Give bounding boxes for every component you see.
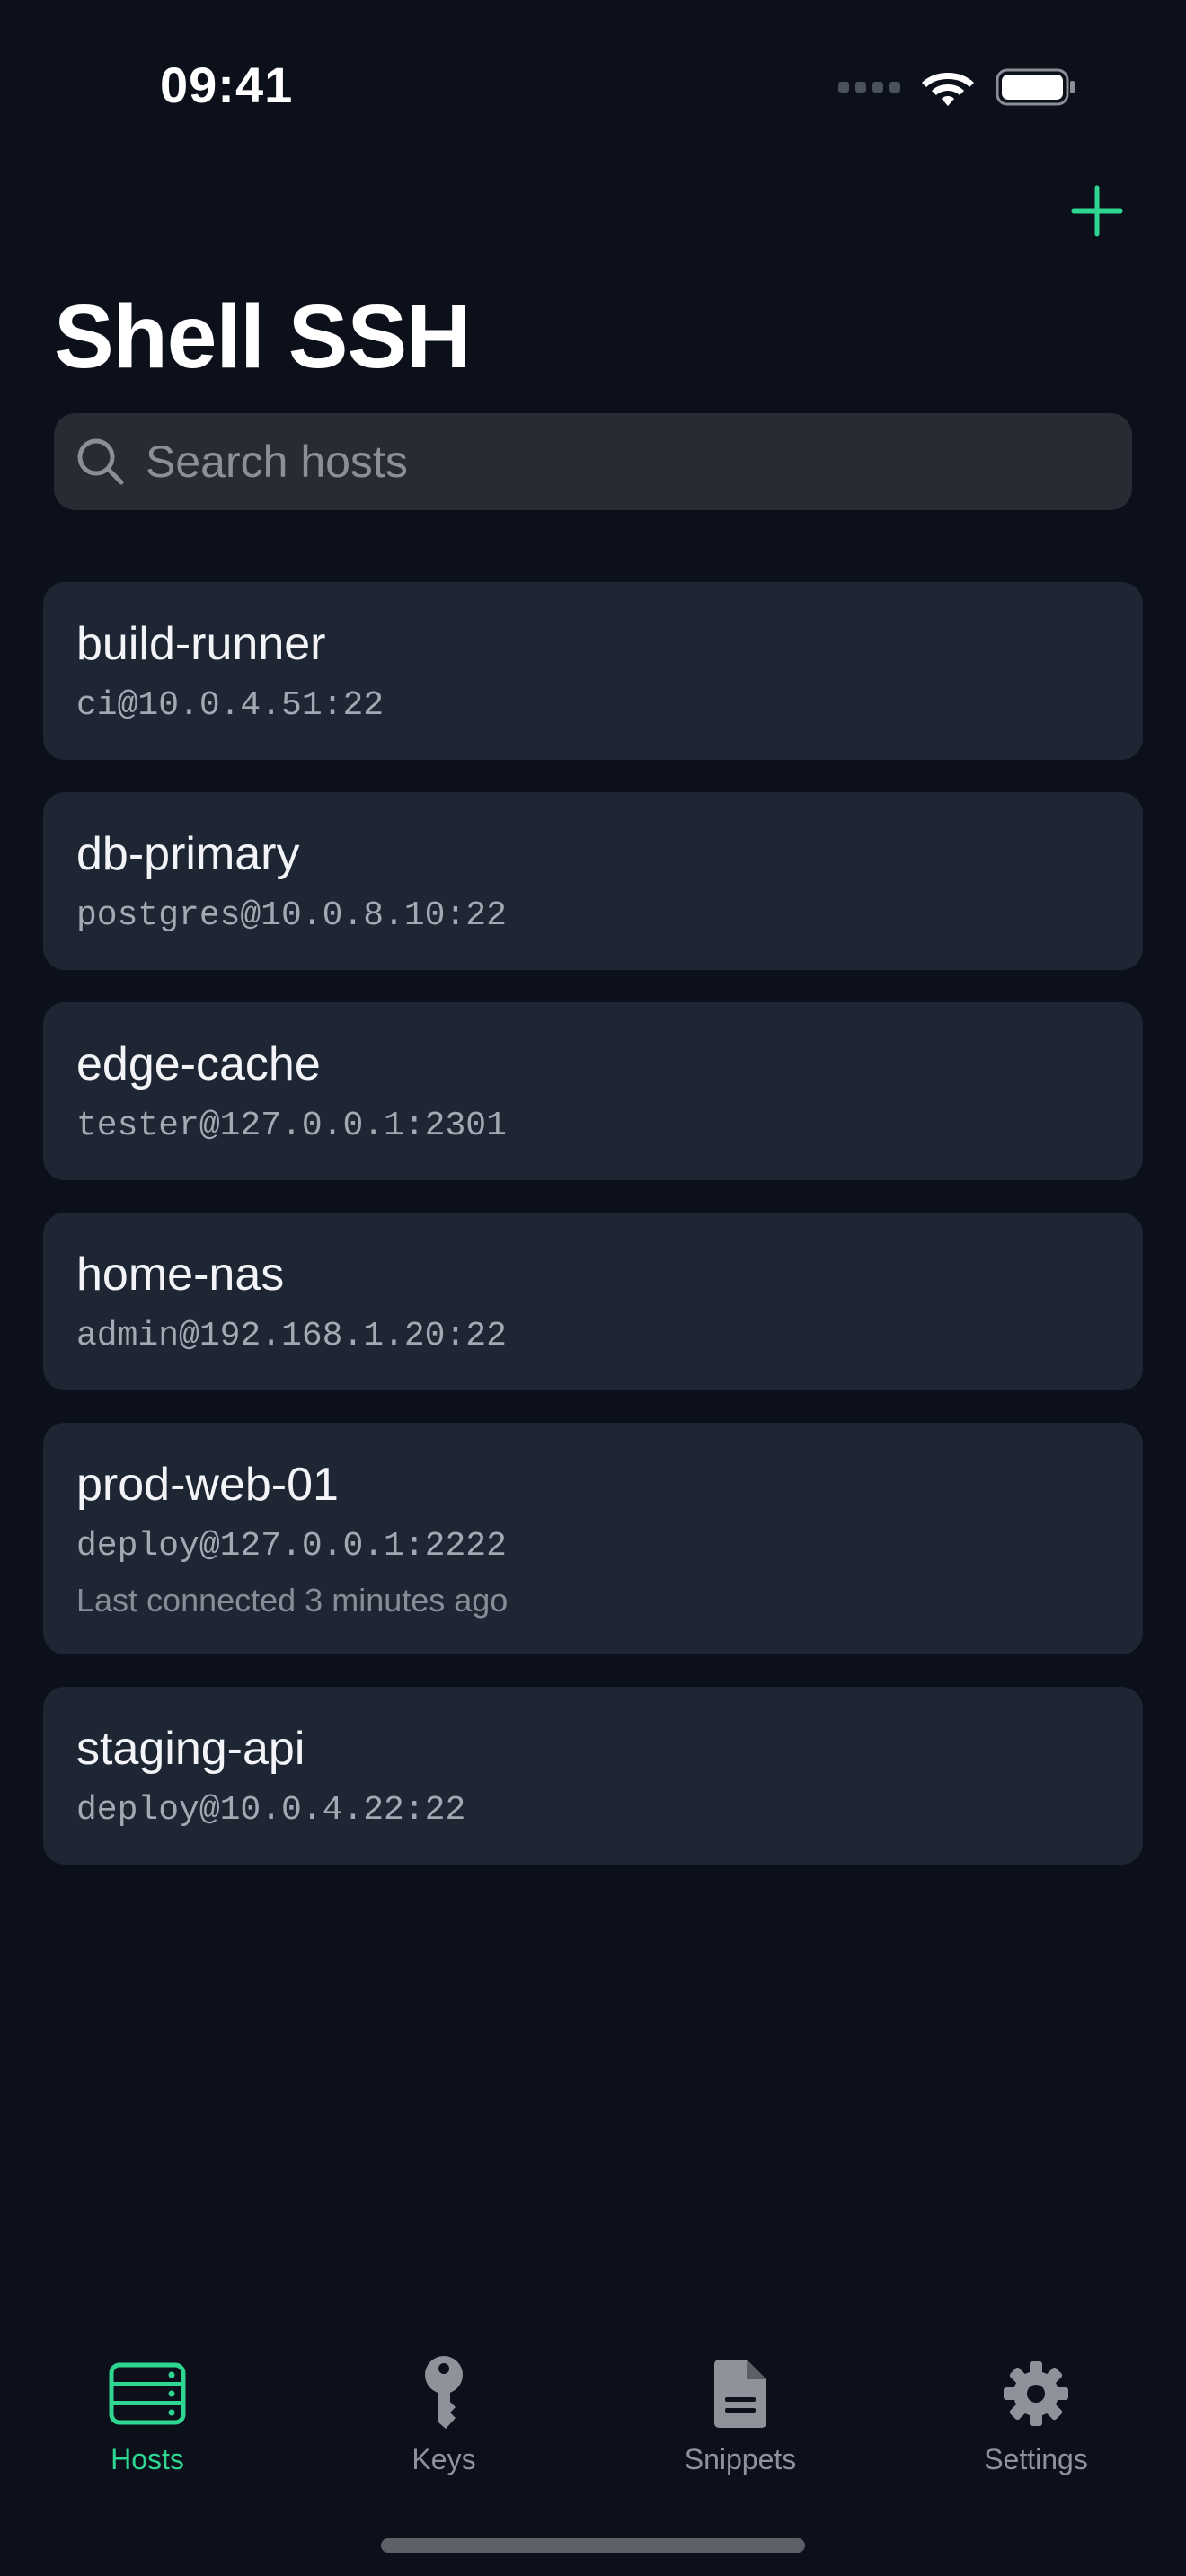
tab-label: Keys bbox=[412, 2443, 476, 2475]
host-name: prod-web-01 bbox=[76, 1459, 339, 1511]
plus-icon bbox=[1071, 185, 1123, 237]
host-card-home-nas[interactable]: home-nas admin@192.168.1.20:22 bbox=[43, 1213, 1143, 1390]
tab-settings[interactable]: Settings bbox=[937, 2353, 1135, 2488]
last-connected-label: Last connected 3 minutes ago bbox=[76, 1582, 509, 1619]
search-input[interactable] bbox=[146, 413, 1132, 510]
host-list: build-runner ci@10.0.4.51:22 db-primary … bbox=[43, 582, 1143, 1897]
host-card-db-primary[interactable]: db-primary postgres@10.0.8.10:22 bbox=[43, 792, 1143, 970]
app-screen: 09:41 Shell SSH build bbox=[0, 0, 1186, 2576]
tab-hosts[interactable]: Hosts bbox=[49, 2353, 246, 2488]
page-title: Shell SSH bbox=[54, 287, 471, 387]
host-name: db-primary bbox=[76, 828, 300, 880]
gear-icon bbox=[1004, 2361, 1068, 2426]
host-name: staging-api bbox=[76, 1723, 305, 1775]
status-icons bbox=[838, 65, 1076, 110]
add-host-button[interactable] bbox=[1066, 180, 1128, 243]
wifi-icon bbox=[922, 73, 974, 106]
host-card-edge-cache[interactable]: edge-cache tester@127.0.0.1:2301 bbox=[43, 1002, 1143, 1180]
host-address: admin@192.168.1.20:22 bbox=[76, 1317, 507, 1355]
status-time: 09:41 bbox=[160, 57, 294, 113]
home-indicator bbox=[381, 2538, 805, 2553]
search-icon bbox=[77, 438, 124, 485]
host-address: postgres@10.0.8.10:22 bbox=[76, 896, 507, 935]
tab-bar: Hosts Keys Snippets Settings bbox=[0, 2353, 1186, 2488]
key-icon bbox=[425, 2356, 463, 2429]
host-name: home-nas bbox=[76, 1248, 285, 1301]
host-name: build-runner bbox=[76, 618, 326, 670]
cellular-signal-icon bbox=[838, 82, 900, 93]
host-card-prod-web-01[interactable]: prod-web-01 deploy@127.0.0.1:2222 Last c… bbox=[43, 1423, 1143, 1654]
tab-label: Snippets bbox=[684, 2443, 797, 2475]
document-icon bbox=[714, 2360, 766, 2428]
host-address: deploy@127.0.0.1:2222 bbox=[76, 1527, 507, 1566]
tab-snippets[interactable]: Snippets bbox=[642, 2353, 839, 2488]
host-card-build-runner[interactable]: build-runner ci@10.0.4.51:22 bbox=[43, 582, 1143, 760]
search-bar[interactable] bbox=[54, 413, 1132, 510]
host-name: edge-cache bbox=[76, 1038, 321, 1090]
host-address: deploy@10.0.4.22:22 bbox=[76, 1791, 466, 1830]
host-address: tester@127.0.0.1:2301 bbox=[76, 1107, 507, 1145]
tab-label: Hosts bbox=[111, 2443, 184, 2475]
host-address: ci@10.0.4.51:22 bbox=[76, 686, 385, 725]
host-card-staging-api[interactable]: staging-api deploy@10.0.4.22:22 bbox=[43, 1687, 1143, 1865]
tab-label: Settings bbox=[984, 2443, 1088, 2475]
battery-icon bbox=[996, 68, 1075, 106]
tab-keys[interactable]: Keys bbox=[345, 2353, 543, 2488]
server-icon bbox=[109, 2362, 186, 2425]
